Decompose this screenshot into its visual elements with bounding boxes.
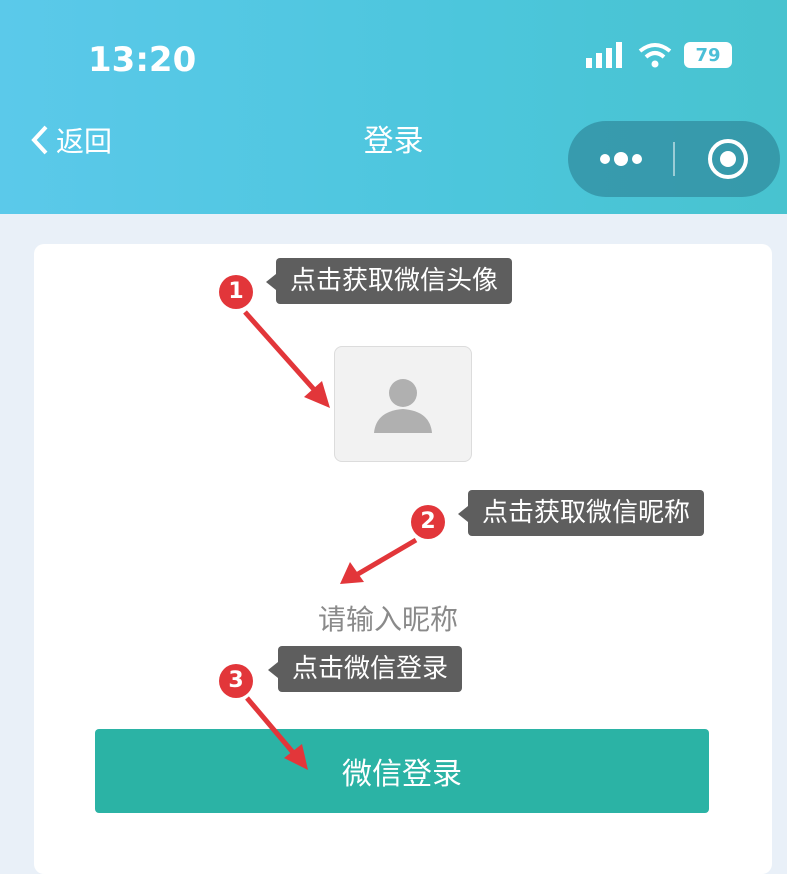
- arrow-1: [243, 310, 330, 408]
- arrow-3: [245, 696, 308, 770]
- arrow-2: [340, 537, 418, 584]
- annotation-arrows: [243, 310, 418, 770]
